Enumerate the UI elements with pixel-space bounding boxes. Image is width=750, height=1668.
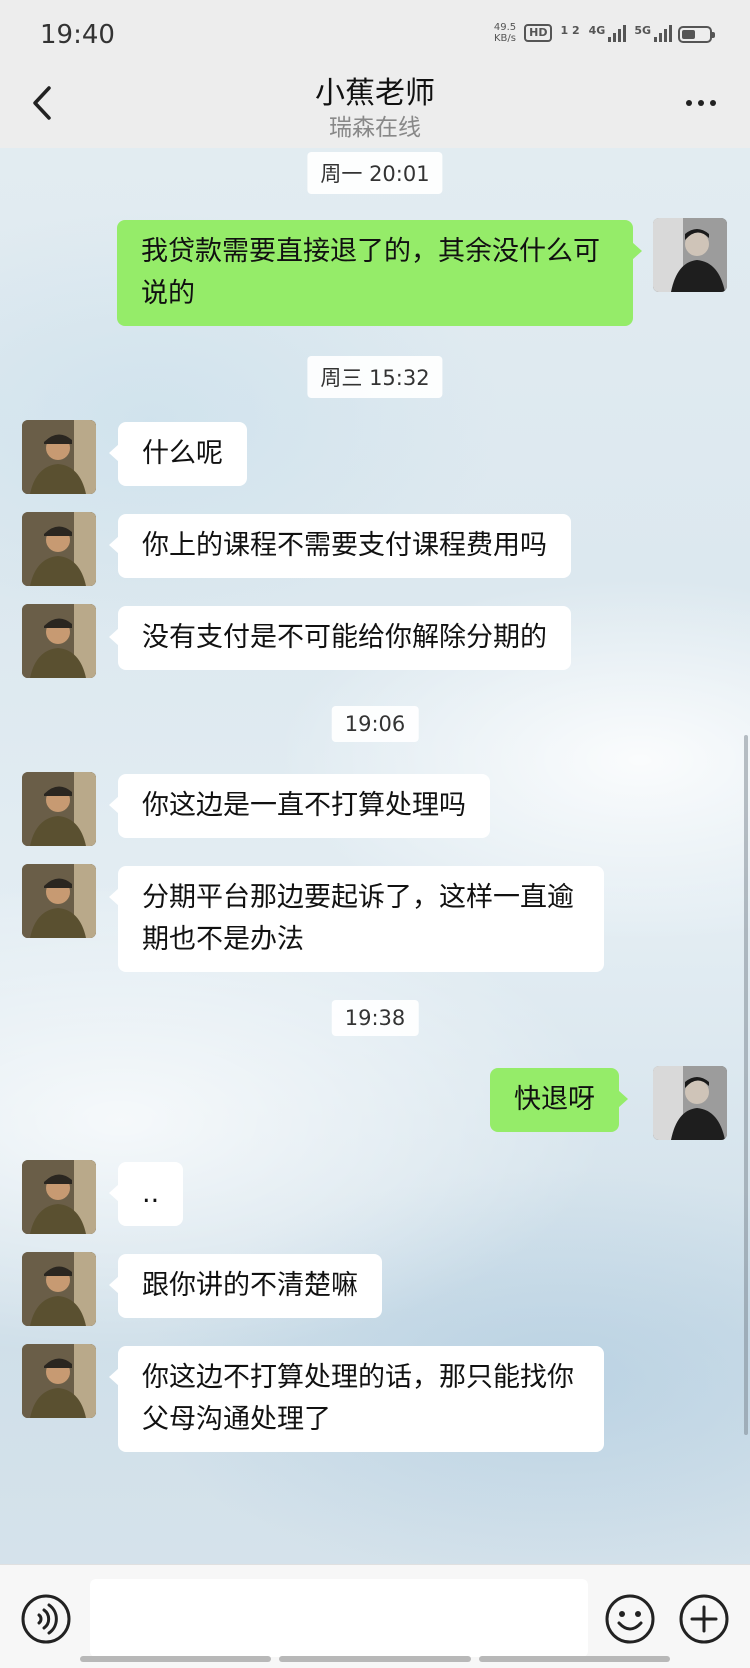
more-dots-icon [686, 100, 692, 106]
network-speed: 49.5 KB/s [494, 22, 516, 44]
home-indicator [80, 1656, 670, 1662]
contact-avatar[interactable] [22, 1252, 96, 1326]
message-bubble-contact[interactable]: 跟你讲的不清楚嘛 [109, 1254, 382, 1318]
emoji-icon [605, 1594, 655, 1644]
contact-avatar[interactable] [22, 512, 96, 586]
message-bubble-contact[interactable]: 没有支付是不可能给你解除分期的 [109, 606, 571, 670]
contact-avatar[interactable] [22, 1344, 96, 1418]
contact-avatar[interactable] [22, 604, 96, 678]
message-bubble-contact[interactable]: .. [108, 1162, 184, 1226]
message-input[interactable] [90, 1579, 588, 1657]
status-time: 19:40 [40, 20, 115, 50]
more-actions-button[interactable] [678, 1593, 730, 1645]
message-bubble-contact[interactable]: 你这边不打算处理的话，那只能找你父母沟通处理了 [109, 1346, 604, 1452]
message-bubble-contact[interactable]: 什么呢 [109, 422, 247, 486]
plus-icon [679, 1594, 729, 1644]
contact-avatar[interactable] [22, 1160, 96, 1234]
self-avatar[interactable] [653, 1066, 727, 1140]
more-options-button[interactable] [676, 88, 726, 118]
signal-4g-label: 4G [588, 24, 606, 37]
status-icons: 49.5 KB/s HD 1 2 4G 5G [494, 22, 672, 44]
chat-header: 小蕉老师 瑞森在线 [0, 66, 750, 148]
voice-icon [21, 1594, 71, 1644]
signal-5g-icon: 5G [634, 24, 672, 42]
battery-icon [678, 26, 715, 43]
self-avatar[interactable] [653, 218, 727, 292]
sim-label: 1 2 [560, 24, 580, 37]
message-bubble-contact[interactable]: 你这边是一直不打算处理吗 [109, 774, 490, 838]
hd-voice-icon: HD [524, 24, 553, 42]
status-bar: 19:40 49.5 KB/s HD 1 2 4G 5G [0, 0, 750, 66]
message-bubble-self[interactable]: 我贷款需要直接退了的，其余没什么可说的 [117, 220, 642, 326]
contact-name: 小蕉老师 [315, 76, 435, 111]
sim-indicator: 1 2 [560, 24, 580, 42]
network-speed-value: 49.5 [493, 22, 517, 33]
message-bubble-contact[interactable]: 你上的课程不需要支付课程费用吗 [109, 514, 571, 578]
contact-avatar[interactable] [22, 864, 96, 938]
contact-subtitle: 瑞森在线 [329, 115, 421, 141]
timestamp: 周三 15:32 [307, 356, 443, 398]
message-bubble-contact[interactable]: 分期平台那边要起诉了，这样一直逾期也不是办法 [109, 866, 604, 972]
signal-4g-icon: 4G [589, 24, 627, 42]
contact-avatar[interactable] [22, 772, 96, 846]
input-bar [0, 1564, 750, 1668]
message-bubble-self[interactable]: 快退呀 [490, 1068, 628, 1132]
signal-5g-label: 5G [634, 24, 651, 37]
scrollbar[interactable] [744, 735, 748, 1435]
emoji-button[interactable] [604, 1593, 656, 1645]
timestamp: 19:38 [331, 1000, 419, 1036]
message-list[interactable]: 周一 20:01 我贷款需要直接退了的，其余没什么可说的 周三 15:32 什么… [0, 148, 750, 1564]
voice-button[interactable] [20, 1593, 72, 1645]
contact-avatar[interactable] [22, 420, 96, 494]
timestamp: 周一 20:01 [307, 152, 443, 194]
timestamp: 19:06 [331, 706, 419, 742]
network-speed-unit: KB/s [494, 33, 516, 44]
